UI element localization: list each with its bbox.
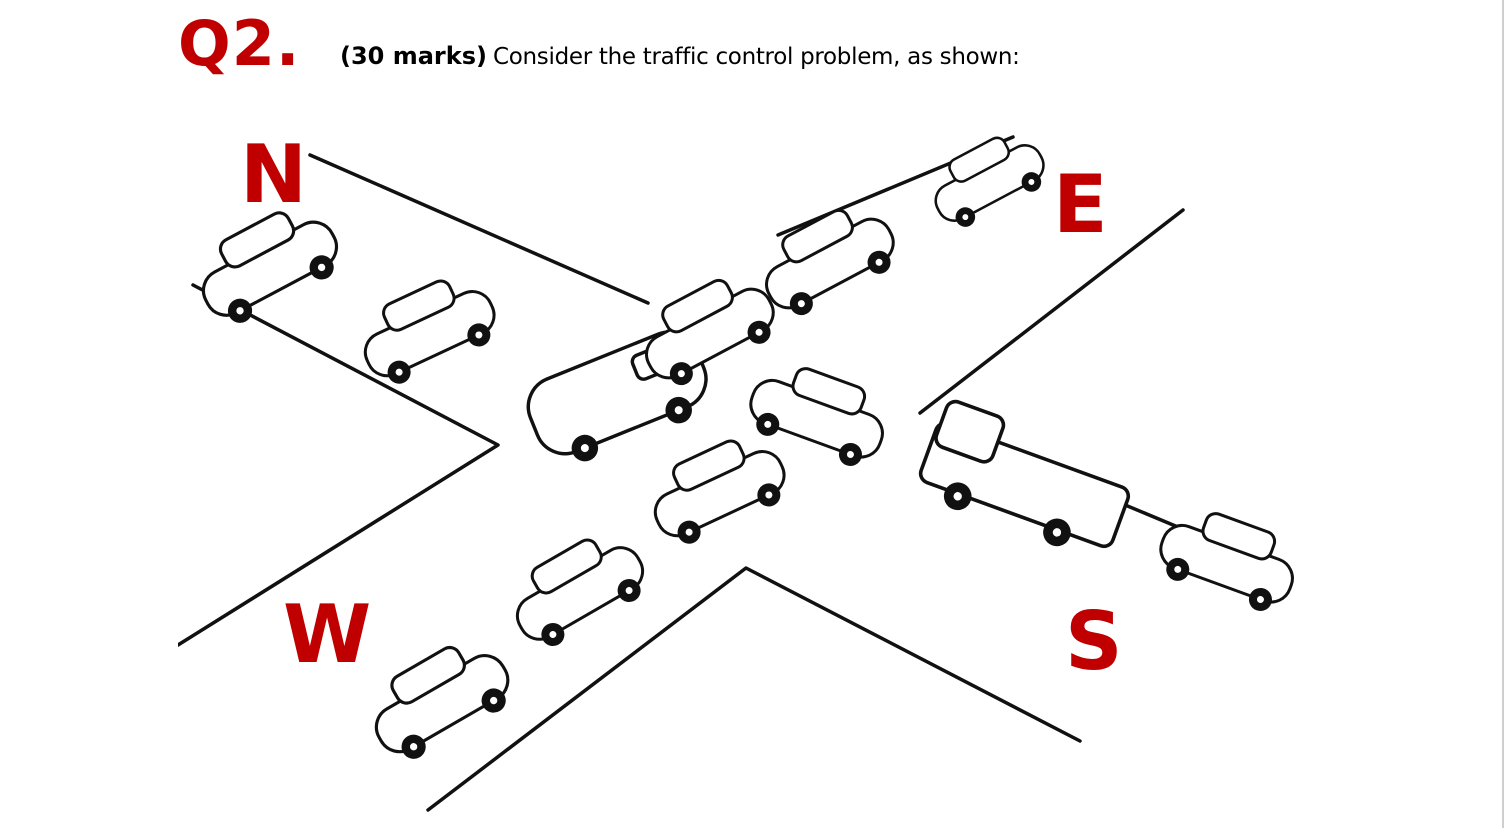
road-edge-north xyxy=(308,153,650,305)
slide-edge-divider xyxy=(1502,0,1504,828)
truck-south xyxy=(918,399,1131,549)
intersection-illustration xyxy=(178,125,1300,815)
car-center-south xyxy=(653,439,786,544)
direction-label-north: N xyxy=(240,128,307,221)
car-south-1 xyxy=(1159,512,1294,611)
question-number: Q2. xyxy=(178,7,301,80)
question-text: (30 marks) Consider the traffic control p… xyxy=(340,38,1020,75)
direction-label-south: S xyxy=(1065,595,1123,688)
direction-label-east: E xyxy=(1053,158,1108,251)
car-west-2 xyxy=(374,645,510,759)
car-east-1 xyxy=(934,136,1045,227)
intersection-drawing xyxy=(178,135,1294,812)
direction-label-west: W xyxy=(283,588,372,681)
road-edge-east xyxy=(918,208,1185,415)
question-marks: (30 marks) xyxy=(340,42,487,70)
car-north-2 xyxy=(363,279,496,384)
slide: Q2. (30 marks) Consider the traffic contr… xyxy=(0,0,1507,828)
question-prompt: Consider the traffic control problem, as… xyxy=(492,44,1020,70)
car-west-1 xyxy=(515,538,645,647)
